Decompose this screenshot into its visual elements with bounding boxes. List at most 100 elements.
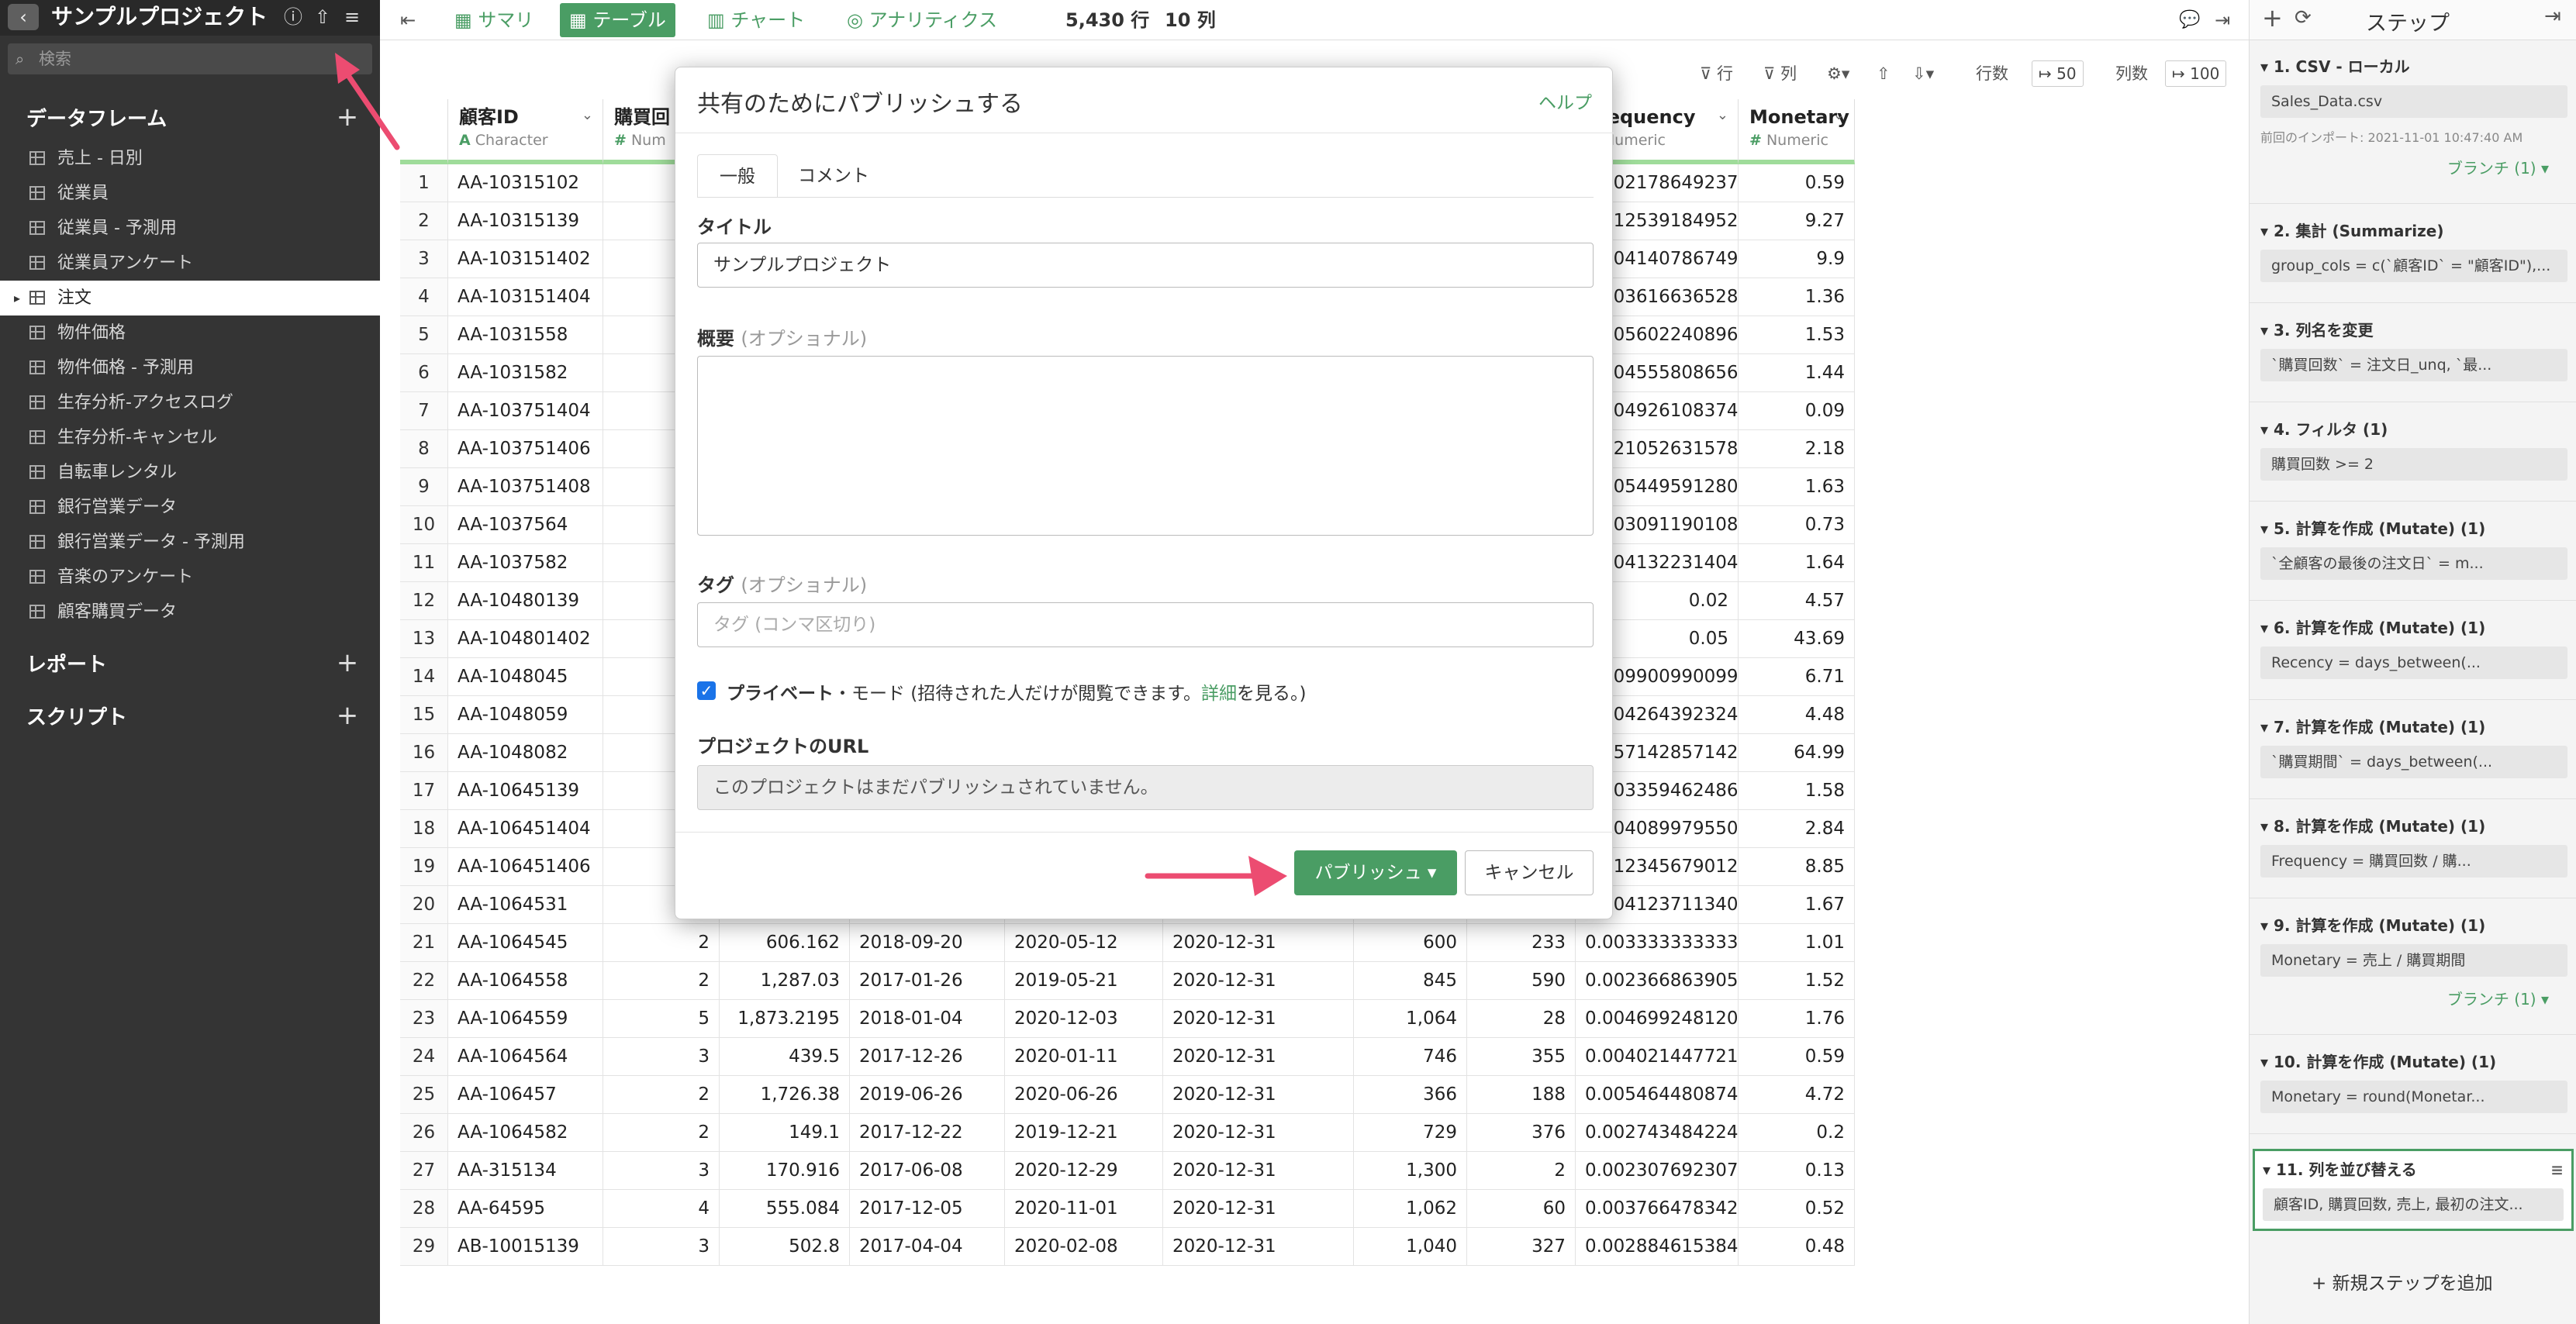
chevron-down-icon[interactable]: ▾ <box>2260 321 2268 340</box>
sidebar-item-dataframe[interactable]: 音楽のアンケート <box>0 560 380 595</box>
collapse-steps-icon[interactable]: ⇥ <box>2544 5 2561 28</box>
sidebar-item-dataframe[interactable]: ▸ 注文 <box>0 281 380 315</box>
step-item[interactable]: ▾ 4. フィルタ (1) 購買回数 >= 2 <box>2260 417 2567 481</box>
upload-data-icon[interactable]: ⇧ <box>1877 60 1891 87</box>
step-item[interactable]: ▾ 1. CSV - ローカル Sales_Data.csv 前回のインポート: 2… <box>2260 54 2567 180</box>
table-cell: 1,873.2195 <box>720 1000 850 1038</box>
chevron-down-icon[interactable]: ▾ <box>2260 1053 2268 1071</box>
column-header[interactable]: 顧客ID A Character ⌄ <box>448 99 603 164</box>
table-cell: 2017-06-08 <box>850 1152 1005 1190</box>
step-divider <box>2250 600 2576 601</box>
tab-general[interactable]: 一般 <box>697 154 778 198</box>
chevron-down-icon[interactable]: ▾ <box>2260 420 2268 439</box>
table-cell: AA-315134 <box>448 1152 603 1190</box>
branch-link[interactable]: ブランチ (1) ▾ <box>2260 988 2549 1011</box>
step-item[interactable]: ▾ 2. 集計 (Summarize) group_cols = c(`顧客ID`… <box>2260 219 2567 282</box>
summary-textarea[interactable] <box>697 356 1594 536</box>
help-link[interactable]: ヘルプ <box>1538 88 1592 114</box>
table-cell: 2 <box>1467 1152 1576 1190</box>
chevron-down-icon[interactable]: ▾ <box>2263 1160 2270 1179</box>
branch-link[interactable]: ブランチ (1) ▾ <box>2260 157 2549 180</box>
sidebar-item-dataframe[interactable]: 顧客購買データ <box>0 595 380 629</box>
chevron-down-icon[interactable]: ▾ <box>2260 817 2268 836</box>
sidebar-item-dataframe[interactable]: 物件価格 - 予測用 <box>0 350 380 385</box>
publish-button[interactable]: パブリッシュ ▾ <box>1294 850 1457 895</box>
private-checkbox[interactable]: ✓ <box>697 681 716 700</box>
add-report-button[interactable]: + <box>335 650 360 678</box>
cancel-button[interactable]: キャンセル <box>1465 850 1594 895</box>
chevron-down-icon[interactable]: ⌄ <box>1833 107 1845 123</box>
upload-icon[interactable]: ⇧ <box>310 5 335 29</box>
table-cell: AA-1064559 <box>448 1000 603 1038</box>
chevron-down-icon[interactable]: ▾ <box>2260 619 2268 637</box>
tab-chart[interactable]: ▥ チャート <box>698 3 814 37</box>
table-cell: 0.48 <box>1739 1228 1855 1266</box>
sidebar-item-dataframe[interactable]: 売上 - 日別 <box>0 141 380 176</box>
step-item[interactable]: ▾ 3. 列名を変更 `購買回数` = 注文日_unq, `最... <box>2260 318 2567 381</box>
tab-comment[interactable]: コメント <box>776 154 891 198</box>
sidebar-item-dataframe[interactable]: 物件価格 <box>0 315 380 350</box>
step-item[interactable]: ▾ 9. 計算を作成 (Mutate) (1) Monetary = 売上 / 購… <box>2260 913 2567 1011</box>
footer-divider <box>675 832 1614 833</box>
tab-table[interactable]: ▦ テーブル <box>560 3 675 37</box>
sidebar-item-dataframe[interactable]: 銀行営業データ <box>0 490 380 525</box>
menu-icon[interactable]: ≡ <box>2550 1157 2564 1182</box>
column-filter-button[interactable]: ⊽ 列 <box>1763 60 1797 87</box>
table-cell: 2019-06-26 <box>850 1076 1005 1114</box>
table-icon <box>29 326 45 340</box>
table-cell: 43.69 <box>1739 620 1855 658</box>
info-icon[interactable]: ⓘ <box>281 5 306 29</box>
add-script-button[interactable]: + <box>335 702 360 730</box>
row-number: 15 <box>400 696 448 734</box>
sidebar-item-dataframe[interactable]: 生存分析-キャンセル <box>0 420 380 455</box>
collapse-right-icon[interactable]: ⇥ <box>2215 3 2230 37</box>
chevron-down-icon[interactable]: ▾ <box>2260 916 2268 935</box>
details-link[interactable]: 詳細 <box>1201 684 1237 704</box>
step-item[interactable]: ▾ 7. 計算を作成 (Mutate) (1) `購買期間` = days_bet… <box>2260 715 2567 778</box>
step-item[interactable]: ▾ 11. 列を並び替える ≡ 顧客ID, 購買回数, 売上, 最初の注文... <box>2253 1149 2574 1231</box>
collapse-left-icon[interactable]: ⇤ <box>391 3 425 37</box>
title-input[interactable]: サンプルプロジェクト <box>697 243 1594 288</box>
sidebar-item-dataframe[interactable]: 従業員アンケート <box>0 246 380 281</box>
download-icon[interactable]: ⇩▾ <box>1912 60 1934 87</box>
comment-icon[interactable]: 💬 <box>2179 3 2200 37</box>
chevron-down-icon[interactable]: ▾ <box>2260 222 2268 240</box>
table-cell: 233 <box>1467 924 1576 962</box>
sidebar-item-dataframe[interactable]: 従業員 - 予測用 <box>0 211 380 246</box>
sidebar-item-dataframe[interactable]: 銀行営業データ - 予測用 <box>0 525 380 560</box>
chevron-down-icon[interactable]: ▾ <box>2260 519 2268 538</box>
cols-input[interactable]: ↦ 100 <box>2165 60 2227 87</box>
sidebar: ‹ サンプルプロジェクト ⓘ ⇧ ≡ ⌕ 検索 データフレーム + 売上 - 日… <box>0 0 380 1324</box>
sidebar-item-dataframe[interactable]: 従業員 <box>0 176 380 211</box>
menu-icon[interactable]: ≡ <box>340 5 364 29</box>
step-item[interactable]: ▾ 10. 計算を作成 (Mutate) (1) Monetary = round… <box>2260 1050 2567 1113</box>
sidebar-item-dataframe[interactable]: 生存分析-アクセスログ <box>0 385 380 420</box>
chevron-down-icon[interactable]: ⌄ <box>1717 107 1728 123</box>
chevron-down-icon[interactable]: ⌄ <box>582 107 593 123</box>
search-input[interactable]: ⌕ 検索 <box>8 43 372 74</box>
rows-input[interactable]: ↦ 50 <box>2032 60 2084 87</box>
table-icon <box>29 465 45 479</box>
back-button[interactable]: ‹ <box>8 4 39 30</box>
steps-panel: + ⟳ ステップ ⇥ ▾ 1. CSV - ローカル Sales_Data.csv… <box>2249 0 2576 1324</box>
chevron-down-icon[interactable]: ▾ <box>2260 57 2268 76</box>
column-header[interactable]: Monetary # Numeric ⌄ <box>1739 99 1855 164</box>
table-cell: 4.57 <box>1739 582 1855 620</box>
step-item[interactable]: ▾ 6. 計算を作成 (Mutate) (1) Recency = days_be… <box>2260 615 2567 679</box>
table-cell: AA-1037582 <box>448 544 603 582</box>
step-item[interactable]: ▾ 8. 計算を作成 (Mutate) (1) Frequency = 購買回数 … <box>2260 814 2567 877</box>
add-icon[interactable]: + <box>2262 3 2283 33</box>
sidebar-item-dataframe[interactable]: 自転車レンタル <box>0 455 380 490</box>
settings-icon[interactable]: ⚙▾ <box>1827 60 1849 87</box>
tab-analytics[interactable]: ◎ アナリティクス <box>837 3 1007 37</box>
row-filter-button[interactable]: ⊽ 行 <box>1700 60 1733 87</box>
step-item[interactable]: ▾ 5. 計算を作成 (Mutate) (1) `全顧客の最後の注文日` = m.… <box>2260 516 2567 580</box>
add-step-button[interactable]: + 新規ステップを追加 <box>2312 1268 2493 1295</box>
tag-input[interactable]: タグ (コンマ区切り) <box>697 602 1594 647</box>
table-cell: 845 <box>1354 962 1467 1000</box>
chevron-down-icon[interactable]: ▾ <box>2260 718 2268 736</box>
tab-summary[interactable]: ▦ サマリ <box>445 3 543 37</box>
scripts-heading: スクリプト <box>26 706 128 729</box>
refresh-icon[interactable]: ⟳ <box>2295 6 2312 29</box>
table-cell: 0.005464480874317 <box>1576 1076 1739 1114</box>
